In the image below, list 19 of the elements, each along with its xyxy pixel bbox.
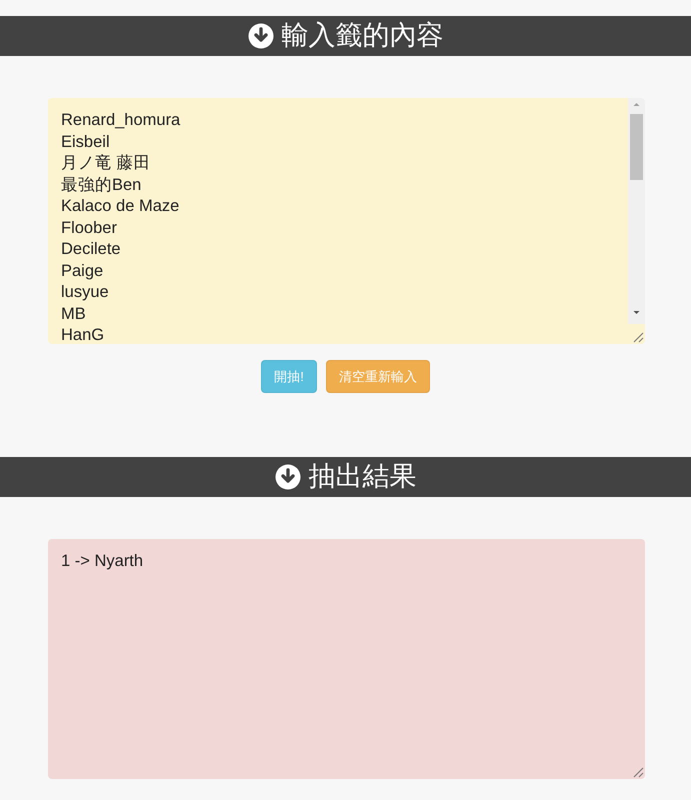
arrow-down-circle-icon [248,23,274,49]
entry-line: Floober [61,218,117,238]
arrow-down-circle-icon [274,464,300,490]
entry-line: 月ノ竜 藤田 [61,153,151,174]
entry-line: lusyue [61,282,109,303]
entry-line: MB [61,304,86,324]
result-line: 1 -> Nyarth [61,551,144,572]
entry-line: Decilete [61,239,121,260]
entry-line: Paige [61,260,104,282]
text-area[interactable]: Renard_homura Eisbeil 月ノ竜 藤田 最強的Ben Kalaco de Maze Floober Decilete Paige lusyue MB HanG [48,98,645,344]
entry-line: 最強的Ben [61,174,142,196]
entry-line: Kalaco de Maze [61,196,180,217]
section-title: 輸入籤的內容 [282,19,444,53]
entry-line: Eisbeil [61,132,110,152]
scrollbar[interactable] [628,98,645,324]
entry-line: Renard_homura [61,110,180,131]
entry-line: HanG [61,325,104,344]
section-title: 抽出結果 [308,460,416,494]
result-area[interactable]: 1 -> Nyarth [48,539,645,779]
